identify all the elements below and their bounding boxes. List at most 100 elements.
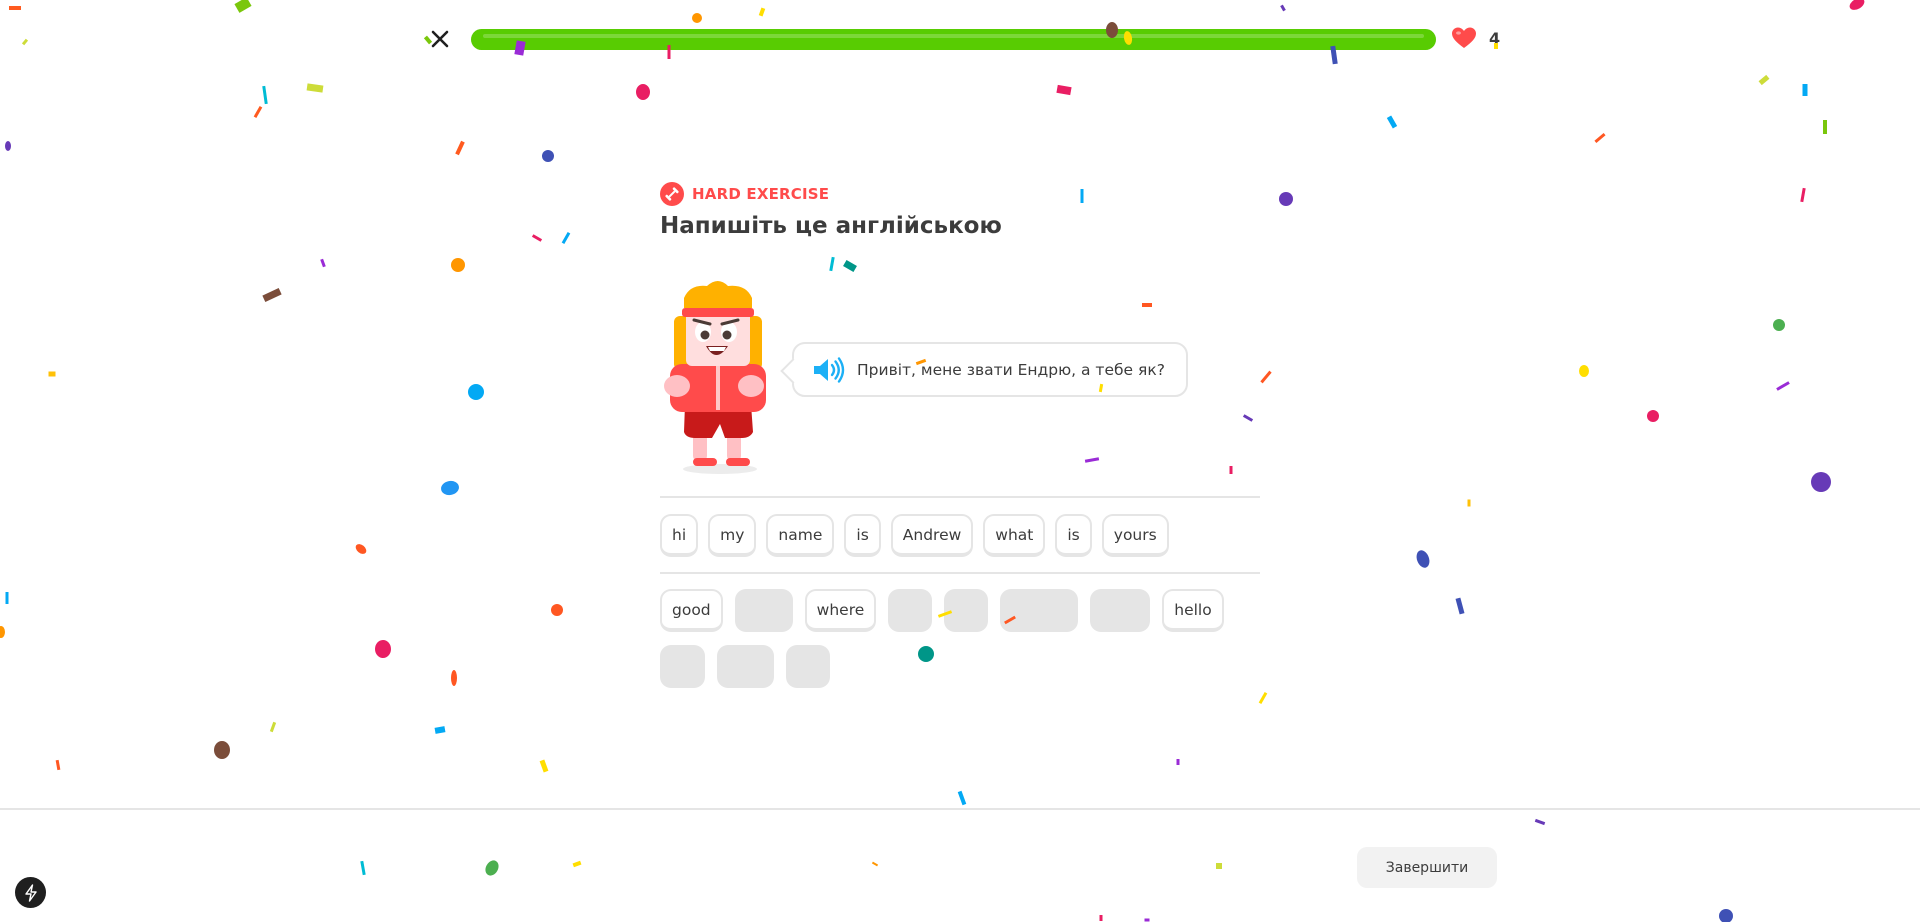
confetti-piece [1260,370,1272,384]
confetti-piece [1416,550,1430,568]
character-illustration [660,276,774,476]
confetti-piece [636,84,650,100]
confetti-piece [1142,303,1152,307]
confetti-piece [1455,597,1465,615]
confetti-piece [1229,466,1233,474]
hard-exercise-label: HARD EXERCISE [692,185,830,203]
word-bank-empty-slot [717,645,774,688]
word-bank-empty-slot [888,589,933,632]
lesson-progress-fill [471,29,1436,50]
confetti-piece [1811,472,1831,492]
confetti-piece [1647,410,1659,422]
confetti-piece [957,790,967,806]
confetti-piece [269,721,277,733]
confetti-piece [306,83,324,93]
confetti-piece [214,741,230,759]
confetti-piece [1823,120,1827,134]
hearts-count: 4 [1489,28,1501,48]
confetti-piece [9,6,21,10]
confetti-piece [355,544,367,554]
word-bank-tile[interactable]: where [804,589,877,632]
confetti-piece [451,258,465,272]
confetti-piece [1056,84,1072,96]
word-bank: good where hello [660,589,1260,688]
word-bank-empty-slot [944,589,989,632]
answer-tile[interactable]: is [1055,514,1092,557]
answer-tile[interactable]: Andrew [890,514,974,557]
confetti-piece [531,234,543,242]
confetti-piece [1579,365,1589,377]
answer-area[interactable]: hi my name is Andrew what is yours [660,496,1260,574]
challenge-panel: HARD EXERCISE Напишіть це англійською Пр… [660,182,1260,688]
confetti-piece [692,13,702,23]
word-bank-empty-slot [1090,589,1151,632]
confetti-piece [1084,457,1100,463]
challenge-prompt: Напишіть це англійською [660,213,1002,239]
footer: Завершити [0,808,1920,922]
word-bank-empty-slot [660,645,705,688]
confetti-piece [48,371,56,377]
confetti-piece [55,759,61,771]
confetti-piece [234,0,252,13]
answer-tiles: hi my name is Andrew what is yours [660,514,1169,557]
lightning-button[interactable] [15,877,46,908]
close-button[interactable] [428,26,452,52]
confetti-piece [262,85,268,105]
confetti-piece [5,592,9,604]
answer-tile[interactable]: is [844,514,881,557]
confetti-piece [1280,4,1286,12]
confetti-piece [21,38,29,46]
word-bank-tile[interactable]: good [660,589,723,632]
finish-button[interactable]: Завершити [1357,847,1497,888]
confetti-piece [1176,759,1180,765]
confetti-piece [758,7,766,17]
hearts-counter[interactable]: 4 [1451,26,1500,50]
hard-exercise-header: HARD EXERCISE [660,182,1260,206]
confetti-piece [1467,499,1471,507]
confetti-piece [843,259,857,273]
confetti-piece [1279,192,1293,206]
confetti-piece [451,670,457,686]
confetti-piece [5,141,11,151]
confetti-piece [1776,381,1790,391]
confetti-piece [561,232,571,244]
confetti-piece [320,258,326,268]
sentence-bubble: Привіт, мене звати Ендрю, а тебе як? [792,342,1188,397]
word-bank-tile[interactable]: hello [1162,589,1224,632]
heart-icon [1452,27,1476,48]
play-audio-button[interactable] [812,356,846,383]
word-bank-empty-slot [734,589,793,632]
confetti-piece [253,106,263,118]
sentence-text: Привіт, мене звати Ендрю, а тебе як? [857,360,1165,379]
speaker-icon [814,356,845,383]
confetti-piece [542,150,554,162]
answer-tile[interactable]: what [983,514,1046,557]
confetti-piece [455,140,465,156]
confetti-piece [539,759,549,773]
confetti-overlay [0,0,1865,922]
confetti-piece [1758,74,1770,86]
answer-tile[interactable]: yours [1101,514,1169,557]
confetti-piece [1386,115,1398,129]
dumbbell-icon [660,182,684,206]
word-bank-empty-slot [1000,589,1079,632]
confetti-piece [1242,414,1254,422]
answer-tile[interactable]: my [708,514,757,557]
confetti-piece [551,604,563,616]
confetti-piece [441,480,459,496]
answer-tile[interactable]: hi [660,514,699,557]
confetti-piece [468,384,484,400]
confetti-piece [1849,0,1865,10]
confetti-piece [0,626,5,638]
confetti-piece [262,288,282,302]
confetti-piece [829,256,835,272]
confetti-piece [1773,319,1785,331]
lesson-progress-bar [471,29,1436,50]
confetti-piece [1802,84,1808,96]
lightning-icon [24,883,37,902]
answer-tile[interactable]: name [766,514,835,557]
word-bank-empty-slot [786,645,830,688]
close-icon [431,30,449,48]
confetti-piece [434,726,446,734]
confetti-piece [1800,187,1806,203]
